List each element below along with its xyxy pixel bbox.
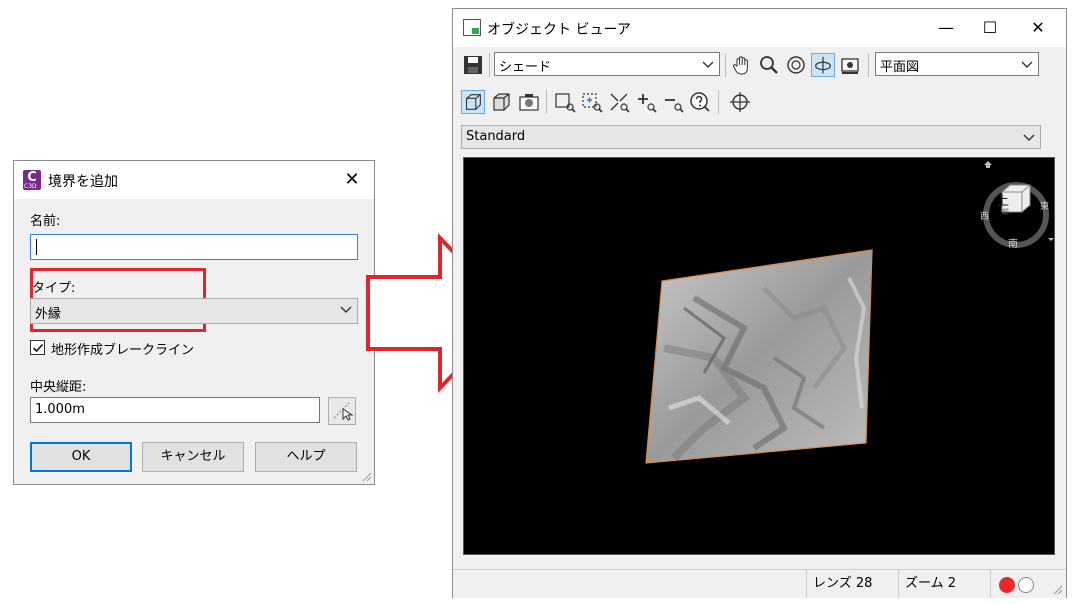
viewer-toolbar-2: [453, 87, 1066, 119]
civil3d-app-icon: C C3D: [23, 170, 41, 190]
ok-button[interactable]: OK: [30, 442, 132, 472]
type-selected-value: 外縁: [35, 307, 62, 322]
type-dropdown[interactable]: 外縁: [30, 298, 358, 324]
name-label: 名前:: [30, 214, 61, 229]
viewer-close-button[interactable]: ✕: [1018, 15, 1058, 41]
compass-west-label[interactable]: 西: [980, 209, 989, 222]
camera-view-icon[interactable]: [517, 90, 541, 114]
pan-icon[interactable]: [730, 53, 754, 77]
dialog-close-button[interactable]: ✕: [338, 167, 366, 193]
maximize-button[interactable]: ☐: [970, 15, 1010, 41]
zoom-object-icon[interactable]: [580, 90, 604, 114]
zoom-status: ズーム 2: [898, 570, 990, 598]
chevron-down-icon: [1023, 134, 1035, 141]
resize-grip-icon[interactable]: [360, 470, 372, 482]
zoom-icon[interactable]: [757, 53, 781, 77]
type-label: タイプ:: [32, 281, 76, 296]
pick-distance-icon: [333, 402, 354, 421]
compass-south-label[interactable]: 南: [1008, 235, 1018, 250]
dialog-title: 境界を追加: [48, 174, 118, 190]
view-preset-dropdown[interactable]: Standard: [461, 125, 1041, 149]
breakline-checkbox-label[interactable]: 地形作成ブレークライン: [51, 339, 194, 358]
text-caret: [36, 239, 37, 255]
minimize-button[interactable]: —: [926, 15, 966, 41]
viewer-statusbar: レンズ 28 ズーム 2: [453, 569, 1066, 598]
chevron-down-icon[interactable]: [1048, 238, 1054, 241]
viewcube-front-label[interactable]: 前: [1002, 207, 1009, 217]
cube-wire-icon[interactable]: [461, 90, 485, 114]
breakline-checkbox[interactable]: [30, 340, 45, 355]
close-icon: ✕: [1031, 18, 1045, 37]
camera-icon[interactable]: [838, 53, 862, 77]
save-icon[interactable]: [461, 53, 485, 77]
zoom-out-icon[interactable]: [661, 90, 685, 114]
free-orbit-icon[interactable]: [811, 53, 835, 77]
compass-east-label[interactable]: 東: [1040, 199, 1049, 212]
name-input[interactable]: [30, 234, 358, 260]
viewer-titlebar[interactable]: オブジェクト ビューア — ☐ ✕: [453, 9, 1066, 47]
minimize-icon: —: [938, 18, 954, 37]
chevron-down-icon: [1021, 61, 1033, 68]
pick-distance-button[interactable]: [328, 397, 356, 425]
3d-viewport[interactable]: 上 前 西 東 南: [463, 157, 1055, 555]
shaded-box-icon[interactable]: [489, 90, 513, 114]
center-icon[interactable]: [728, 90, 752, 114]
checkmark-icon: [32, 343, 44, 353]
surface-model: [645, 249, 873, 464]
object-viewer-window: オブジェクト ビューア — ☐ ✕ シェード 平面図 Standard 上 前 …: [452, 8, 1067, 598]
resize-grip-icon[interactable]: [1051, 583, 1063, 595]
zoom-in-icon[interactable]: [634, 90, 658, 114]
chevron-down-icon: [702, 61, 714, 68]
zoom-window-icon[interactable]: [553, 90, 577, 114]
viewer-toolbar-1: シェード 平面図: [453, 49, 1066, 81]
view-direction-dropdown[interactable]: 平面図: [875, 52, 1039, 76]
help-icon[interactable]: [688, 90, 712, 114]
zoom-extents-icon[interactable]: [607, 90, 631, 114]
close-icon: ✕: [344, 169, 360, 190]
mid-ordinate-input[interactable]: 1.000m: [30, 397, 320, 423]
home-icon[interactable]: [984, 161, 992, 168]
help-button[interactable]: ヘルプ: [255, 442, 357, 472]
maximize-icon: ☐: [982, 18, 998, 37]
chevron-down-icon: [340, 306, 352, 313]
lens-status: レンズ 28: [806, 570, 898, 598]
cancel-button[interactable]: キャンセル: [142, 442, 244, 472]
dialog-titlebar[interactable]: C C3D 境界を追加 ✕: [14, 161, 374, 199]
mid-ordinate-label: 中央縦距:: [30, 380, 87, 395]
record-indicator-icon: [999, 577, 1015, 593]
idle-indicator-icon: [1018, 577, 1034, 593]
add-boundary-dialog: C C3D 境界を追加 ✕ 名前: タイプ: 外縁 地形作成ブレークライン 中央…: [13, 160, 375, 485]
object-viewer-app-icon: [463, 19, 481, 36]
visual-style-dropdown[interactable]: シェード: [494, 52, 720, 76]
viewer-title: オブジェクト ビューア: [487, 22, 631, 38]
orbit-icon[interactable]: [784, 53, 808, 77]
